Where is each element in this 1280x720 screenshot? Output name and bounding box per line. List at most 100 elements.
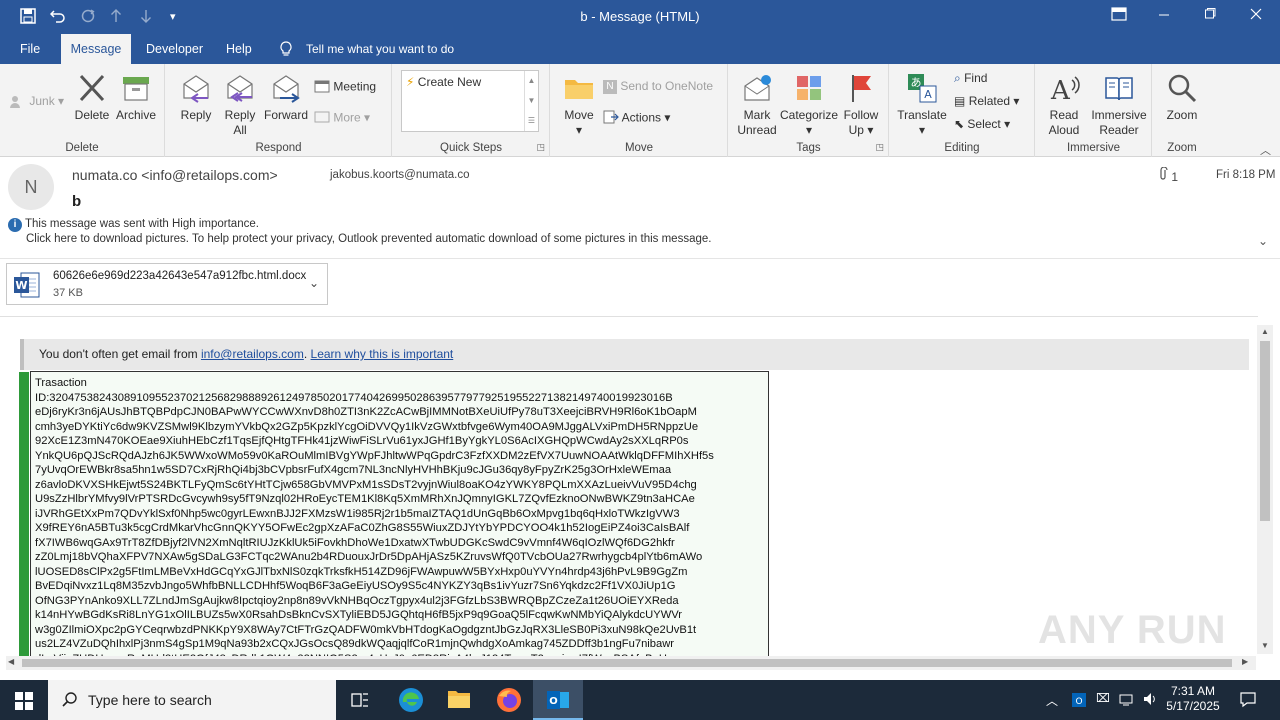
move-group: Move ▾ N Send to OneNote Actions ▾ Move xyxy=(551,64,728,157)
reply-icon xyxy=(180,72,212,104)
body-text-line: iJVRhGEtXxPm7QDvYklSxf0Nhp5wc0gyrLEwxnBJ… xyxy=(35,507,680,520)
firefox-icon[interactable] xyxy=(496,687,522,716)
tab-developer[interactable]: Developer xyxy=(134,34,215,64)
expand-header-icon[interactable]: ⌄ xyxy=(1258,234,1268,248)
actions-button[interactable]: Actions ▾ xyxy=(603,110,670,127)
anyrun-watermark: ANY RUN xyxy=(1038,608,1227,652)
follow-up-button[interactable]: Follow Up ▾ xyxy=(839,72,883,138)
junk-icon xyxy=(10,95,26,109)
more-icon xyxy=(314,110,330,127)
minimize-icon[interactable] xyxy=(1158,7,1170,25)
zoom-button[interactable]: Zoom xyxy=(1159,72,1205,123)
search-icon xyxy=(62,691,78,710)
close-icon[interactable] xyxy=(1250,7,1262,25)
select-button[interactable]: ⬉ Select ▾ xyxy=(954,117,1010,131)
move-button[interactable]: Move ▾ xyxy=(559,72,599,138)
file-explorer-icon[interactable] xyxy=(447,688,471,713)
tags-group-label: Tags xyxy=(796,142,821,154)
attachment-name: 60626e6e969d223a42643e547a912fbc.html.do… xyxy=(53,270,307,282)
reply-all-icon xyxy=(224,72,256,104)
folder-icon xyxy=(563,72,595,104)
pictures-note[interactable]: Click here to download pictures. To help… xyxy=(8,233,711,245)
scroll-left-icon[interactable]: ◀ xyxy=(8,657,14,666)
reply-button[interactable]: Reply xyxy=(176,72,216,123)
taskbar-search[interactable]: Type here to search xyxy=(48,680,336,720)
hscroll-thumb[interactable] xyxy=(22,659,1232,667)
device-tray-icon[interactable]: ⌧ xyxy=(1096,691,1110,705)
body-text-line: zZ0Lmj18bVQhaXFPV7NXAw5gSDaLG3FCTqc2WAnu… xyxy=(35,551,703,563)
attachment-dropdown-icon[interactable]: ⌄ xyxy=(309,276,319,290)
mark-unread-button[interactable]: Mark Unread xyxy=(735,72,779,138)
clock-date: 5/17/2025 xyxy=(1166,699,1220,713)
recipient[interactable]: jakobus.koorts@numata.co xyxy=(330,169,470,181)
volume-icon[interactable] xyxy=(1142,691,1158,710)
attachment-count: 1 xyxy=(1158,166,1178,184)
tab-help[interactable]: Help xyxy=(214,34,264,64)
info-bar[interactable]: i This message was sent with High import… xyxy=(8,217,711,246)
scroll-down-icon[interactable]: ▼ xyxy=(1259,641,1271,651)
body-text-line: X9fREY6nA5BTu3k5cgCrdMkarVhcGnnQKYY5OFwE… xyxy=(35,522,690,534)
move-group-label: Move xyxy=(624,142,654,154)
more-button[interactable]: More ▾ xyxy=(314,110,370,127)
tags-group: Mark Unread Categorize ▾ Follow Up ▾ Tags… xyxy=(729,64,889,157)
related-button[interactable]: ▤ Related ▾ xyxy=(954,94,1019,108)
meeting-button[interactable]: Meeting xyxy=(314,79,376,96)
info-icon: i xyxy=(8,218,22,232)
outlook-icon: O xyxy=(546,688,570,715)
maximize-icon[interactable] xyxy=(1204,7,1216,25)
body-text-line: 7yUvqOrEWBkr8sa5hn1w5SD7CxRjRhQi4bj3bCVp… xyxy=(35,464,672,476)
horizontal-scrollbar[interactable]: ◀ ▶ xyxy=(6,656,1256,670)
delete-button[interactable]: Delete xyxy=(72,72,112,123)
reply-all-button[interactable]: Reply All xyxy=(220,72,260,138)
create-new-quick-step[interactable]: ⚡ Create New xyxy=(406,75,481,89)
task-view-icon[interactable] xyxy=(350,691,370,712)
banner-email-link[interactable]: info@retailops.com xyxy=(201,347,304,361)
archive-button[interactable]: Archive xyxy=(114,72,158,123)
body-text-line: BvEDqiNvxz1Lq8M35zvbJngo5WhfbBNLLCDHhf5W… xyxy=(35,580,676,592)
respond-group: Reply Reply All Forward Meeting More ▾ R… xyxy=(166,64,392,157)
find-button[interactable]: ⌕ Find xyxy=(954,71,987,86)
related-icon: ▤ xyxy=(954,94,966,108)
scroll-thumb[interactable] xyxy=(1260,341,1270,521)
show-hidden-icons[interactable]: ︿ xyxy=(1046,692,1058,709)
edge-icon[interactable] xyxy=(398,687,424,716)
network-icon[interactable] xyxy=(1118,691,1134,710)
quick-steps-group-label: Quick Steps xyxy=(440,142,502,154)
sender[interactable]: numata.co <info@retailops.com> xyxy=(72,167,278,183)
body-text-line: cmh3yeDYKtiYc6dw9KVZSMwl9KlbzymYVkbQx2GZ… xyxy=(35,420,699,433)
outlook-tray-icon[interactable]: O xyxy=(1071,692,1087,711)
scroll-up-icon[interactable]: ▲ xyxy=(1259,327,1271,337)
forward-button[interactable]: Forward xyxy=(264,72,308,123)
outlook-taskbar-button[interactable]: O xyxy=(533,680,583,720)
avatar: N xyxy=(8,164,54,210)
categorize-button[interactable]: Categorize ▾ xyxy=(779,72,839,138)
notification-icon[interactable] xyxy=(1239,690,1257,711)
send-to-onenote-button[interactable]: N Send to OneNote xyxy=(603,79,713,94)
tab-message[interactable]: Message xyxy=(61,34,131,64)
delete-group-label: Delete xyxy=(65,142,99,154)
forward-icon xyxy=(270,72,302,104)
ribbon-display-icon[interactable] xyxy=(1111,7,1127,25)
dialog-launcher-icon[interactable]: ◳ xyxy=(536,142,545,153)
dialog-launcher-icon[interactable]: ◳ xyxy=(875,142,884,153)
scroll-right-icon[interactable]: ▶ xyxy=(1242,657,1248,666)
tell-me-search[interactable]: Tell me what you want to do xyxy=(306,42,454,56)
immersive-reader-button[interactable]: Immersive Reader xyxy=(1090,72,1148,138)
read-aloud-button[interactable]: A Read Aloud xyxy=(1042,72,1086,138)
quick-steps-scroll[interactable]: ▲ ▼ ☰ xyxy=(524,71,538,131)
collapse-ribbon-icon[interactable]: ︿ xyxy=(1260,142,1271,158)
learn-why-link[interactable]: Learn why this is important xyxy=(311,347,454,361)
junk-button[interactable]: Junk ▾ xyxy=(10,94,64,109)
divider xyxy=(0,258,1280,259)
tab-file[interactable]: File xyxy=(8,34,52,64)
green-accent-bar xyxy=(19,372,29,656)
clock[interactable]: 7:31 AM 5/17/2025 xyxy=(1165,684,1221,714)
translate-button[interactable]: あA Translate ▾ xyxy=(896,72,948,138)
attachment-card[interactable]: W 60626e6e969d223a42643e547a912fbc.html.… xyxy=(6,263,328,305)
transaction-label: Trasaction xyxy=(35,377,87,389)
paperclip-icon xyxy=(1158,166,1171,184)
windows-start-icon[interactable] xyxy=(15,692,33,713)
vertical-scrollbar[interactable]: ▲ ▼ xyxy=(1257,325,1273,654)
quick-steps-gallery: ⚡ Create New ▲ ▼ ☰ xyxy=(401,70,539,132)
editing-group-label: Editing xyxy=(944,142,980,154)
